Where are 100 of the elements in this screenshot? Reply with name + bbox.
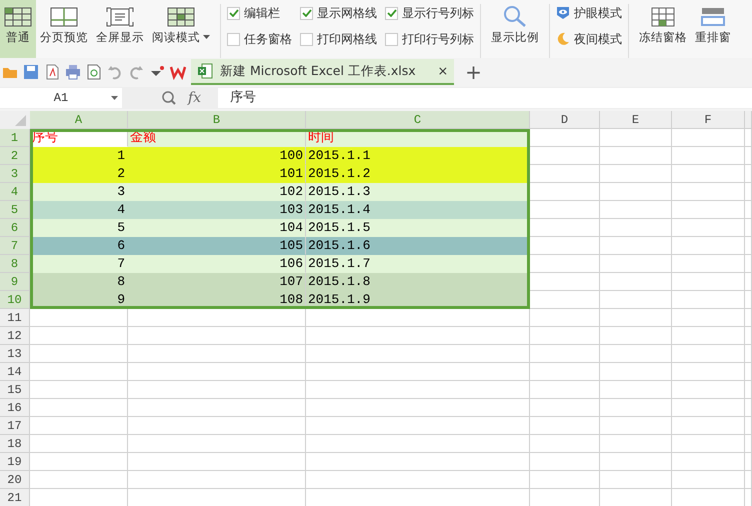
empty-cell xyxy=(600,327,672,345)
empty-cell xyxy=(600,381,672,399)
table-cell: 6 xyxy=(30,237,128,255)
empty-cell xyxy=(530,345,600,363)
pdf-icon[interactable] xyxy=(44,64,60,80)
name-box[interactable]: A1 xyxy=(0,88,122,108)
checkbox[interactable]: 任务窗格 xyxy=(227,30,292,48)
empty-cell xyxy=(600,147,672,165)
checkbox[interactable]: 打印网格线 xyxy=(300,30,377,48)
row-header[interactable]: 19 xyxy=(0,453,30,471)
view-button[interactable]: 全屏显示 xyxy=(92,0,148,58)
mode-button[interactable]: 夜间模式 xyxy=(556,30,622,48)
check-icon xyxy=(228,9,238,17)
row-header[interactable]: 14 xyxy=(0,363,30,381)
print-preview-icon[interactable] xyxy=(86,64,102,80)
row-header[interactable]: 18 xyxy=(0,435,30,453)
column-header[interactable]: E xyxy=(600,111,672,129)
table-cell: 2015.1.2 xyxy=(306,165,530,183)
select-all-icon xyxy=(0,111,30,129)
empty-cell xyxy=(600,237,672,255)
empty-cell xyxy=(530,417,600,435)
table-cell: 2015.1.6 xyxy=(306,237,530,255)
new-tab-button[interactable]: + xyxy=(465,57,482,87)
empty-cell xyxy=(530,381,600,399)
column-header[interactable]: F xyxy=(672,111,745,129)
fullscreen-icon xyxy=(106,6,134,27)
checkbox[interactable]: 编辑栏 xyxy=(227,4,292,22)
table-cell: 106 xyxy=(128,255,306,273)
empty-cell xyxy=(600,183,672,201)
empty-cell xyxy=(600,471,672,489)
empty-cell xyxy=(600,309,672,327)
table-cell: 2015.1.5 xyxy=(306,219,530,237)
table-cell: 105 xyxy=(128,237,306,255)
save-icon[interactable] xyxy=(23,64,39,80)
table-cell: 2015.1.3 xyxy=(306,183,530,201)
view-button[interactable]: 分页预览 xyxy=(36,0,92,58)
table-cell: 7 xyxy=(30,255,128,273)
formula-field[interactable]: 序号 xyxy=(218,88,752,108)
empty-cell xyxy=(600,219,672,237)
empty-cell xyxy=(600,255,672,273)
view-button[interactable]: 阅读模式 xyxy=(148,0,214,58)
zoom-icon xyxy=(162,91,176,105)
row-header[interactable]: 15 xyxy=(0,381,30,399)
column-header[interactable]: D xyxy=(530,111,600,129)
table-cell: 103 xyxy=(128,201,306,219)
empty-cell xyxy=(600,399,672,417)
row-header[interactable]: 11 xyxy=(0,309,30,327)
empty-cell xyxy=(600,129,672,147)
checkbox[interactable]: 打印行号列标 xyxy=(385,30,474,48)
grid-icon xyxy=(4,6,32,27)
print-icon[interactable] xyxy=(65,64,81,80)
table-cell: 4 xyxy=(30,201,128,219)
table-cell: 2015.1.7 xyxy=(306,255,530,273)
page-grid-icon xyxy=(50,6,78,27)
row-header[interactable]: 17 xyxy=(0,417,30,435)
empty-cell xyxy=(600,201,672,219)
document-tab[interactable]: 新建 Microsoft Excel 工作表.xlsx × xyxy=(191,59,454,85)
frozen-grid-icon xyxy=(651,6,675,27)
empty-cell xyxy=(600,363,672,381)
undo-icon[interactable] xyxy=(107,64,123,80)
empty-cell xyxy=(600,165,672,183)
view-button[interactable]: 普通 xyxy=(0,0,36,58)
empty-cell xyxy=(530,309,600,327)
highlight-grid-icon xyxy=(167,6,195,27)
checkbox[interactable]: 显示网格线 xyxy=(300,4,377,22)
w-logo-icon[interactable] xyxy=(170,64,186,80)
table-cell: 102 xyxy=(128,183,306,201)
spreadsheet-file-icon xyxy=(197,63,213,79)
table-cell: 5 xyxy=(30,219,128,237)
caret-icon xyxy=(111,96,118,100)
search-icon xyxy=(503,4,527,27)
row-header[interactable]: 12 xyxy=(0,327,30,345)
row-header[interactable]: 13 xyxy=(0,345,30,363)
row-header[interactable]: 21 xyxy=(0,489,30,506)
empty-cell xyxy=(530,435,600,453)
row-header[interactable]: 16 xyxy=(0,399,30,417)
empty-cell xyxy=(600,273,672,291)
mode-button[interactable]: 护眼模式 xyxy=(556,4,622,22)
empty-cell xyxy=(600,291,672,309)
cell-reference: A1 xyxy=(54,90,68,107)
table-cell: 101 xyxy=(128,165,306,183)
ribbon-button[interactable]: 冻结窗格 xyxy=(635,0,691,58)
empty-cell xyxy=(530,327,600,345)
zoom-button[interactable]: 显示比例 xyxy=(487,0,543,58)
check-icon xyxy=(302,9,312,17)
checkbox[interactable]: 显示行号列标 xyxy=(385,4,474,22)
row-header[interactable]: 20 xyxy=(0,471,30,489)
table-cell: 2015.1.4 xyxy=(306,201,530,219)
table-cell: 100 xyxy=(128,147,306,165)
ribbon-button[interactable]: 重排窗 xyxy=(691,0,735,58)
empty-cell xyxy=(600,453,672,471)
table-cell: 107 xyxy=(128,273,306,291)
table-cell: 1 xyxy=(30,147,128,165)
redo-icon[interactable] xyxy=(128,64,144,80)
empty-cell xyxy=(530,399,600,417)
check-icon xyxy=(386,9,396,17)
fx-label[interactable]: fx xyxy=(188,88,202,108)
moon-icon xyxy=(556,32,570,46)
empty-cell xyxy=(530,453,600,471)
close-button[interactable]: × xyxy=(438,62,448,80)
